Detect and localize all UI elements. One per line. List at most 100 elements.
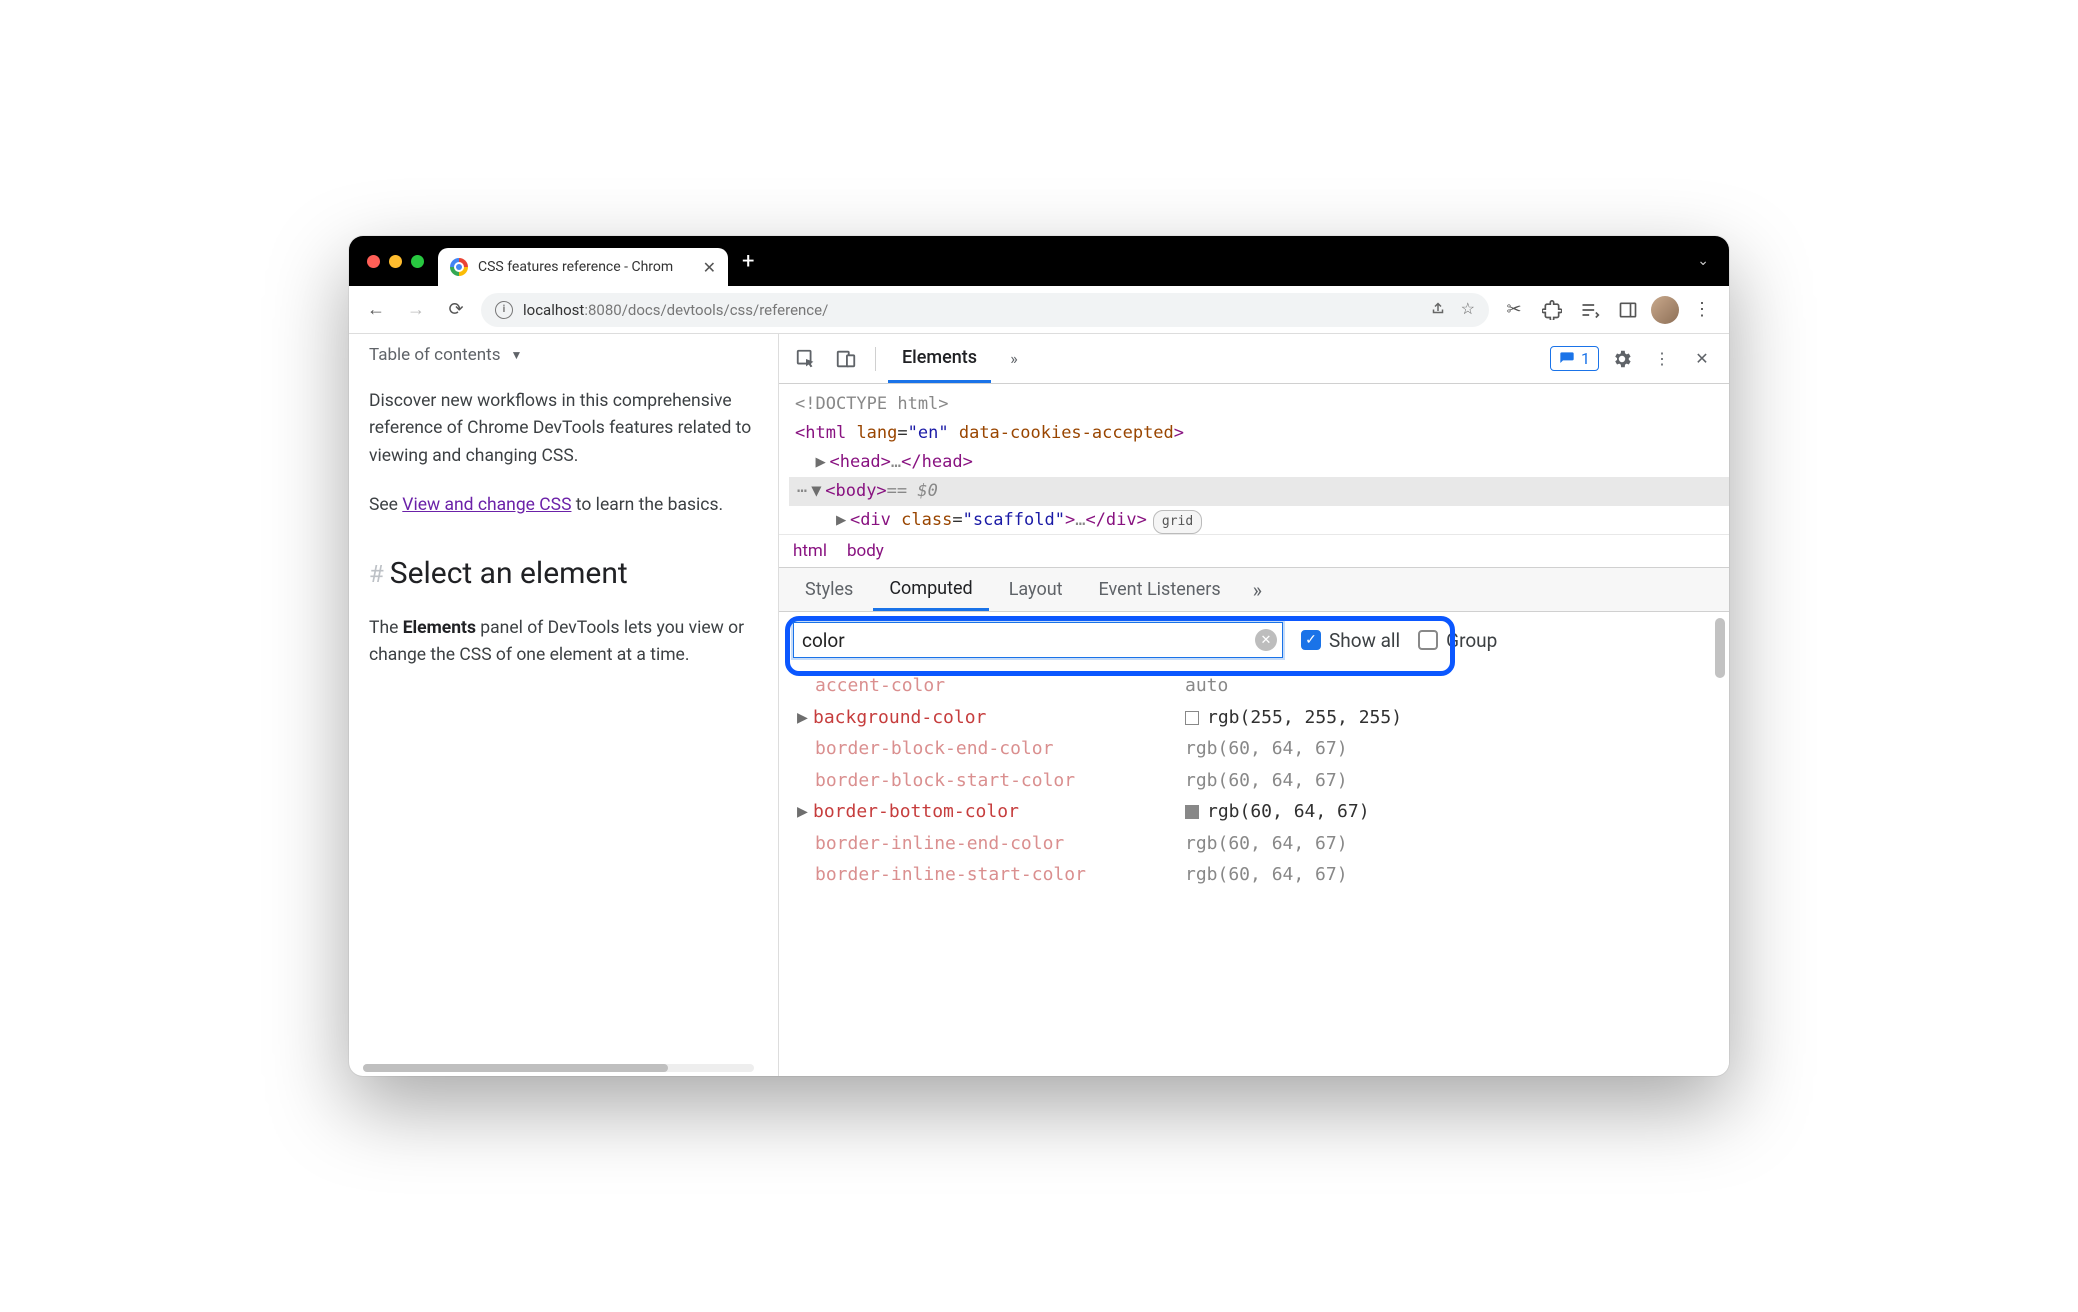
profile-avatar[interactable] [1651,296,1679,324]
side-panel-icon[interactable] [1613,295,1643,325]
see-prefix: See [369,495,402,515]
property-name: accent-color [795,670,1185,702]
computed-property-row[interactable]: ▶background-colorrgb(255, 255, 255) [795,702,1729,734]
close-devtools-icon[interactable]: ✕ [1685,342,1719,376]
minimize-window-button[interactable] [389,255,402,268]
scissors-icon[interactable]: ✂ [1499,295,1529,325]
show-all-checkbox[interactable]: ✓ Show all [1301,629,1400,652]
window-controls [367,255,424,268]
color-swatch-icon[interactable] [1185,805,1199,819]
dom-div[interactable]: ▶<div class="scaffold">…</div>grid [789,506,1729,535]
inspect-element-icon[interactable] [789,342,823,376]
site-info-icon[interactable]: i [495,301,513,319]
reload-button[interactable]: ⟳ [441,295,471,325]
back-button[interactable]: ← [361,295,391,325]
expand-triangle-icon[interactable]: ▶ [797,702,813,734]
devtools-menu-icon[interactable]: ⋮ [1645,342,1679,376]
body-strong: Elements [403,618,476,638]
property-name: ▶background-color [795,702,1185,734]
clear-filter-icon[interactable]: ✕ [1255,629,1277,651]
subtab-event-listeners[interactable]: Event Listeners [1083,568,1237,611]
see-paragraph: See View and change CSS to learn the bas… [369,492,758,519]
table-of-contents-toggle[interactable]: Table of contents ▼ [369,342,758,368]
property-name: border-inline-start-color [795,859,1185,891]
computed-property-row[interactable]: border-inline-end-colorrgb(60, 64, 67) [795,828,1729,860]
more-tabs-icon[interactable]: » [997,342,1031,376]
property-name: border-block-start-color [795,765,1185,797]
chevron-down-icon: ▼ [510,346,522,365]
separator [875,347,876,371]
dom-tree[interactable]: <!DOCTYPE html> <html lang="en" data-coo… [779,384,1729,534]
property-name: border-block-end-color [795,733,1185,765]
browser-tab[interactable]: CSS features reference - Chrom ✕ [438,248,728,286]
devtools-tabbar: Elements » 1 ⋮ ✕ [779,334,1729,384]
show-all-label: Show all [1329,629,1400,652]
browser-menu-button[interactable]: ⋮ [1687,295,1717,325]
subtab-listeners-label: Event Listeners [1099,579,1221,600]
computed-property-row[interactable]: ▶border-bottom-colorrgb(60, 64, 67) [795,796,1729,828]
subtab-layout[interactable]: Layout [993,568,1079,611]
dom-html[interactable]: <html lang="en" data-cookies-accepted> [789,419,1729,448]
forward-button[interactable]: → [401,295,431,325]
styles-subtabs: Styles Computed Layout Event Listeners » [779,568,1729,612]
elements-panel-paragraph: The Elements panel of DevTools lets you … [369,615,758,669]
computed-property-row[interactable]: border-inline-start-colorrgb(60, 64, 67) [795,859,1729,891]
subtab-computed[interactable]: Computed [873,568,988,611]
computed-controls: ✕ ✓ Show all Group [779,612,1729,668]
crumb-html[interactable]: html [793,541,827,561]
web-page: Table of contents ▼ Discover new workflo… [349,334,779,1076]
property-name: ▶border-bottom-color [795,796,1185,828]
dom-body-selected[interactable]: ⋯ ▼<body> == $0 [789,477,1729,506]
playlist-icon[interactable] [1575,295,1605,325]
tabs-overflow-button[interactable]: ⌄ [1697,253,1709,269]
computed-property-row[interactable]: border-block-end-colorrgb(60, 64, 67) [795,733,1729,765]
close-window-button[interactable] [367,255,380,268]
settings-icon[interactable] [1605,342,1639,376]
dom-doctype[interactable]: <!DOCTYPE html> [789,390,1729,419]
computed-filter-input[interactable] [793,622,1283,658]
subtab-computed-label: Computed [889,578,972,599]
more-subtabs-icon[interactable]: » [1253,578,1262,602]
heading-text: Select an element [390,551,628,598]
subtab-layout-label: Layout [1009,579,1063,600]
select-element-heading: # Select an element [369,551,758,598]
content-area: Table of contents ▼ Discover new workflo… [349,334,1729,1076]
bookmark-icon[interactable]: ☆ [1461,299,1475,321]
property-value: rgb(60, 64, 67) [1185,859,1348,891]
browser-toolbar: ← → ⟳ i localhost:8080/docs/devtools/css… [349,286,1729,334]
group-checkbox[interactable]: Group [1418,629,1497,652]
expand-triangle-icon[interactable]: ▶ [797,796,813,828]
dom-breadcrumbs: html body [779,534,1729,568]
dom-head[interactable]: ▶<head>…</head> [789,448,1729,477]
new-tab-button[interactable]: + [742,249,754,274]
grid-badge[interactable]: grid [1153,510,1202,534]
chrome-favicon-icon [450,258,468,276]
share-icon[interactable] [1429,299,1447,321]
subtab-styles[interactable]: Styles [789,568,869,611]
tab-elements[interactable]: Elements [888,334,991,383]
extensions-icon[interactable] [1537,295,1567,325]
view-change-css-link[interactable]: View and change CSS [402,495,571,515]
computed-property-list: accent-colorauto▶background-colorrgb(255… [779,668,1729,1076]
checkbox-checked-icon: ✓ [1301,630,1321,650]
url-port: :8080 [584,301,621,319]
crumb-body[interactable]: body [847,541,884,561]
hash-icon: # [369,556,384,593]
color-swatch-icon[interactable] [1185,711,1199,725]
see-suffix: to learn the basics. [571,495,723,515]
subtab-styles-label: Styles [805,579,853,600]
fullscreen-window-button[interactable] [411,255,424,268]
tab-title: CSS features reference - Chrom [478,259,693,275]
devtools-panel: Elements » 1 ⋮ ✕ <!DOCTYPE html> <html l… [779,334,1729,1076]
address-bar[interactable]: i localhost:8080/docs/devtools/css/refer… [481,293,1489,327]
toc-label: Table of contents [369,342,500,368]
computed-property-row[interactable]: border-block-start-colorrgb(60, 64, 67) [795,765,1729,797]
issues-badge[interactable]: 1 [1550,346,1599,371]
property-value: rgb(60, 64, 67) [1185,828,1348,860]
close-tab-button[interactable]: ✕ [703,258,716,277]
computed-property-row[interactable]: accent-colorauto [795,670,1729,702]
property-value: rgb(60, 64, 67) [1185,733,1348,765]
horizontal-scrollbar[interactable] [363,1064,754,1072]
device-toolbar-icon[interactable] [829,342,863,376]
property-value: rgb(255, 255, 255) [1185,702,1402,734]
